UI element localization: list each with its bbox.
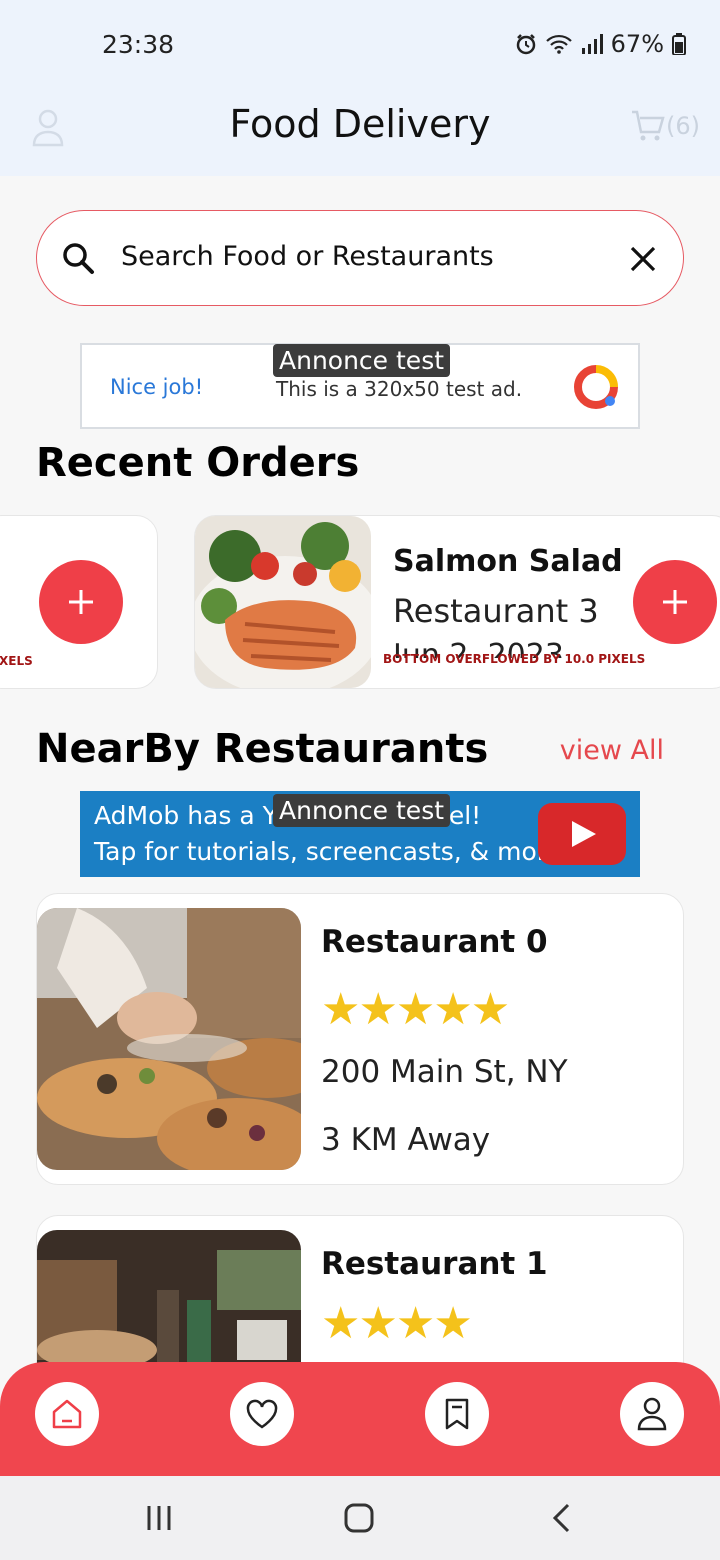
status-bar: 23:38 67% (0, 0, 720, 92)
status-icons: 67% (515, 30, 686, 58)
test-ad-label: Annonce test (273, 794, 451, 827)
restaurant-address: 200 Main St, NY (321, 1054, 568, 1090)
overflow-warning: BOTTOM OVERFLOWED BY 10.0 PIXELS (383, 652, 646, 666)
nav-profile[interactable] (620, 1382, 684, 1446)
star-rating: ★★★★★ (321, 984, 510, 1035)
plus-icon (663, 590, 687, 614)
view-all-link[interactable]: view All (560, 735, 664, 766)
plus-icon (69, 590, 93, 614)
status-time: 23:38 (102, 30, 175, 59)
bookmark-icon (445, 1398, 469, 1430)
overflow-warning: XELS (0, 654, 33, 668)
alarm-icon (516, 34, 535, 55)
search-input[interactable]: Search Food or Restaurants (36, 210, 684, 306)
system-navigation-bar (0, 1476, 720, 1560)
bottom-navigation (0, 1362, 720, 1476)
nearby-restaurants-title: NearBy Restaurants (36, 726, 489, 772)
youtube-icon (538, 803, 626, 865)
battery-percent: 67% (610, 30, 664, 58)
restaurant-image (37, 908, 301, 1170)
star-rating: ★★★★ (321, 1298, 473, 1349)
restaurant-name: Restaurant 0 (321, 924, 548, 960)
order-card[interactable]: Salmon Salad Restaurant 3 Jun 2, 2023 BO… (194, 515, 720, 689)
restaurant-card[interactable]: Restaurant 0 ★★★★★ 200 Main St, NY 3 KM … (36, 893, 684, 1185)
wifi-icon (545, 34, 572, 54)
page-title: Food Delivery (229, 102, 491, 146)
cart-button[interactable]: (6) (630, 108, 700, 144)
admob-logo-icon (574, 365, 618, 409)
nav-bookmarks[interactable] (425, 1382, 489, 1446)
search-icon (63, 243, 94, 274)
cart-count: (6) (666, 112, 700, 140)
ad-line-2: Tap for tutorials, screencasts, & more. (94, 837, 570, 866)
close-icon[interactable] (629, 245, 657, 273)
cart-icon (632, 110, 665, 141)
profile-icon (637, 1397, 667, 1431)
back-icon[interactable] (550, 1502, 574, 1534)
signal-icon (581, 34, 603, 54)
search-placeholder: Search Food or Restaurants (121, 241, 494, 272)
restaurant-name: Restaurant 1 (321, 1246, 548, 1282)
battery-icon (672, 33, 686, 55)
nav-home[interactable] (35, 1382, 99, 1446)
home-icon (52, 1399, 82, 1429)
add-order-button[interactable] (633, 560, 717, 644)
recent-orders-title: Recent Orders (36, 440, 360, 486)
nav-favorites[interactable] (230, 1382, 294, 1446)
order-restaurant: Restaurant 3 (393, 592, 599, 630)
heart-icon (246, 1399, 278, 1429)
recent-apps-icon[interactable] (145, 1502, 173, 1534)
test-ad-label: Annonce test (273, 344, 451, 377)
home-system-icon[interactable] (343, 1502, 375, 1534)
order-card-partial[interactable]: XELS (0, 515, 158, 689)
salmon-salad-image (195, 516, 371, 688)
app-bar: Food Delivery (6) (0, 92, 720, 176)
ad-nice-text: Nice job! (110, 375, 204, 399)
ad-text: This is a 320x50 test ad. (276, 377, 523, 401)
order-item-name: Salmon Salad (393, 544, 623, 579)
restaurant-distance: 3 KM Away (321, 1122, 491, 1158)
add-order-button[interactable] (39, 560, 123, 644)
